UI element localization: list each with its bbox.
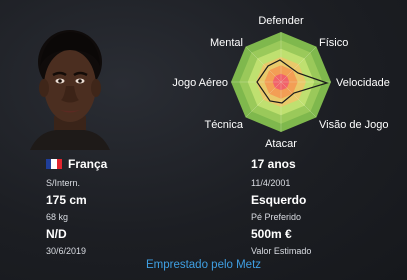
radar-label-velocidade: Velocidade (336, 77, 390, 89)
radar-label-tecnica: Técnica (204, 119, 243, 131)
france-flag-icon (46, 159, 62, 169)
preferred-foot-label: Pé Preferido (251, 212, 302, 222)
contract-end-value: N/D (46, 227, 67, 241)
attribute-radar-chart: Defender Mental Físico Jogo Aéreo Veloci… (172, 15, 390, 150)
radar-grid-lines (231, 32, 331, 132)
radar-label-atacar: Atacar (265, 138, 297, 150)
estimated-value-label: Valor Estimado (251, 246, 312, 256)
height: 175 cm (46, 193, 87, 207)
loan-club-link[interactable]: Emprestado pelo Metz (0, 259, 407, 271)
radar-label-visao-de-jogo: Visão de Jogo (319, 119, 389, 131)
weight: 68 kg (46, 212, 69, 222)
international-status: S/Intern. (46, 178, 81, 188)
radar-label-jogo-aereo: Jogo Aéreo (172, 77, 228, 89)
estimated-value: 500m € (251, 227, 292, 241)
age: 17 anos (251, 157, 296, 171)
contract-end-date: 30/6/2019 (46, 246, 87, 256)
preferred-foot: Esquerdo (251, 193, 307, 207)
nationality: França (68, 157, 108, 171)
flag-stripe-red (56, 159, 62, 169)
birth-date: 11/4/2001 (251, 178, 291, 188)
radar-label-fisico: Físico (319, 37, 348, 49)
radar-label-defender: Defender (258, 15, 304, 27)
radar-label-mental: Mental (210, 37, 243, 49)
